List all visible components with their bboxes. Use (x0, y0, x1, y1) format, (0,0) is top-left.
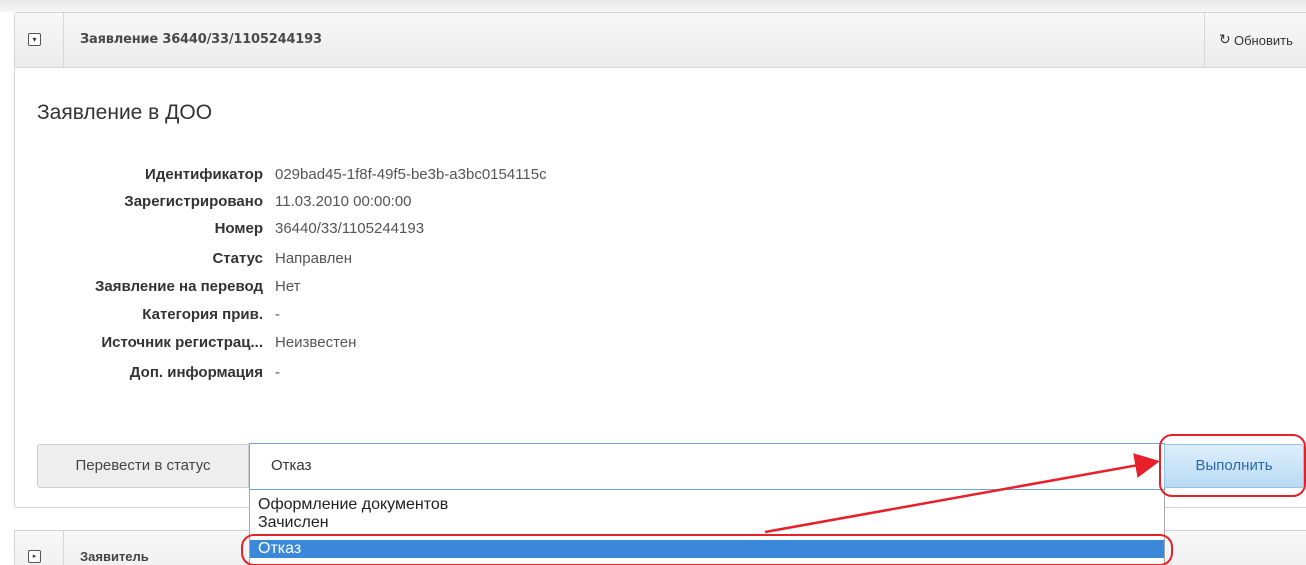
refresh-label[interactable]: Обновить (1234, 33, 1293, 48)
expand-toggle[interactable]: ▸ (15, 531, 64, 565)
dropdown-option-enrolled[interactable]: Зачислен (250, 514, 1164, 532)
applicant-panel-title: Заявитель (80, 549, 149, 564)
field-value-transfer: Нет (275, 278, 301, 295)
collapse-toggle[interactable]: ▾ (15, 13, 64, 67)
field-label-source: Источник регистрац... (101, 334, 263, 351)
collapse-icon[interactable]: ▾ (28, 33, 41, 46)
refresh-button[interactable]: ↻ Обновить (1204, 13, 1306, 67)
field-value-number: 36440/33/1105244193 (275, 220, 425, 237)
field-value-identifier: 029bad45-1f8f-49f5-be3b-a3bc0154115c (275, 166, 547, 183)
dropdown-option-documents[interactable]: Оформление документов (250, 496, 1164, 514)
status-select[interactable]: Отказ (249, 443, 1165, 490)
field-value-status: Направлен (275, 250, 352, 267)
field-label-status: Статус (212, 250, 263, 267)
field-value-extra-info: - (275, 364, 280, 381)
execute-button[interactable]: Выполнить (1164, 444, 1304, 488)
dropdown-option-refusal[interactable]: Отказ (250, 540, 1164, 558)
refresh-icon[interactable]: ↻ (1219, 31, 1231, 48)
field-label-category: Категория прив. (142, 306, 263, 323)
application-panel: ▾ Заявление 36440/33/1105244193 ↻ Обнови… (14, 12, 1306, 508)
field-label-transfer: Заявление на перевод (95, 278, 263, 295)
change-status-label-button[interactable]: Перевести в статус (37, 444, 249, 488)
panel-header: ▾ Заявление 36440/33/1105244193 ↻ Обнови… (15, 13, 1306, 68)
panel-title: Заявление 36440/33/1105244193 (80, 32, 322, 47)
status-dropdown-list: Оформление документов Зачислен Отказ (249, 490, 1165, 565)
page-background-strip (0, 0, 1306, 12)
field-label-extra-info: Доп. информация (129, 364, 263, 381)
field-label-identifier: Идентификатор (145, 166, 263, 183)
field-value-category: - (275, 306, 280, 323)
document-title: Заявление в ДОО (37, 101, 213, 124)
field-value-source: Неизвестен (275, 334, 357, 351)
field-label-registered: Зарегистрировано (124, 193, 263, 210)
expand-icon[interactable]: ▸ (28, 550, 41, 563)
field-value-registered: 11.03.2010 00:00:00 (275, 193, 412, 210)
field-label-number: Номер (214, 220, 263, 237)
